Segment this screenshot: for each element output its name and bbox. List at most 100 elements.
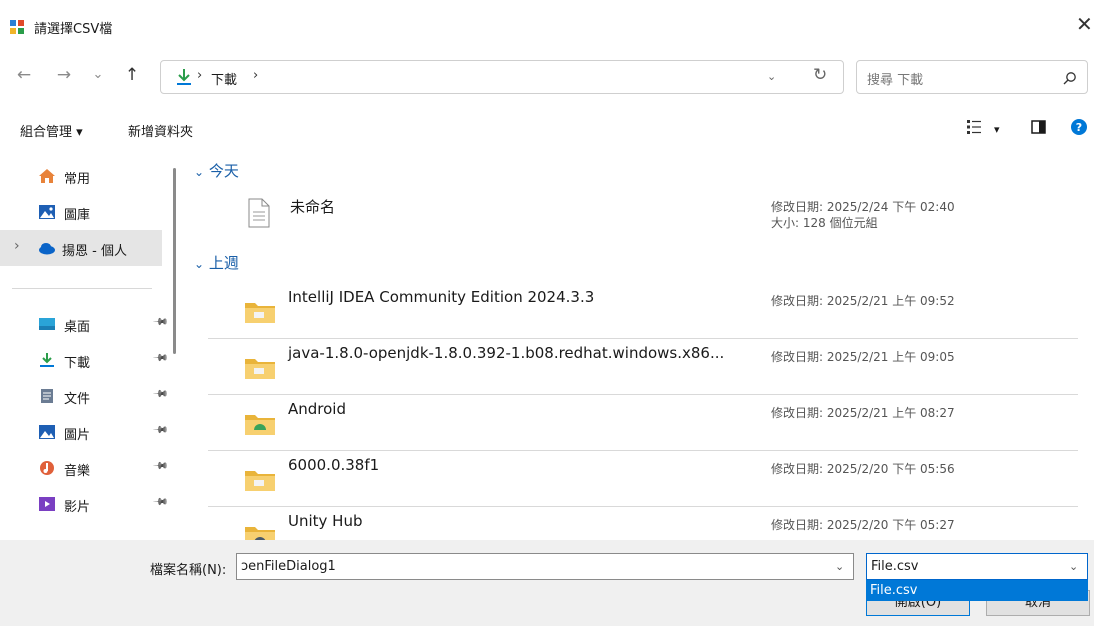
chevron-down-icon[interactable]: ⌄ [1069, 560, 1078, 573]
filename-value: ɔenFileDialog1 [241, 559, 336, 574]
sidebar-item-label: 音樂 [64, 464, 91, 479]
pin-icon[interactable]: 📌 [152, 386, 169, 403]
back-button[interactable]: ← [12, 64, 36, 86]
file-date: 修改日期: 2025/2/20 下午 05:27 [771, 518, 955, 532]
help-icon: ? [1071, 119, 1087, 135]
sidebar-item-label: 影片 [64, 500, 91, 515]
close-icon[interactable]: ✕ [1076, 14, 1093, 34]
sidebar-item-label: 圖庫 [64, 208, 91, 223]
folder-icon [245, 359, 275, 379]
file-name: 6000.0.38f1 [288, 456, 380, 474]
filename-label: 檔案名稱(N): [150, 563, 227, 578]
file-name: java-1.8.0-openjdk-1.8.0.392-1.b08.redha… [288, 344, 725, 362]
sidebar-item-music[interactable]: 音樂 📌 [10, 450, 169, 486]
pin-icon[interactable]: 📌 [152, 458, 169, 475]
filename-field[interactable]: ɔenFileDialog1 ⌄ [236, 553, 854, 580]
view-list-icon [967, 120, 981, 134]
filetype-value: File.csv [871, 559, 919, 574]
sidebar-item-pictures[interactable]: 圖片 📌 [10, 414, 169, 450]
pin-icon[interactable]: 📌 [152, 494, 169, 511]
up-button[interactable]: ↑ [120, 64, 144, 86]
search-input[interactable]: 搜尋 下載 [856, 60, 1088, 94]
filetype-dropdown-list[interactable]: File.csv [866, 580, 1088, 601]
file-date: 修改日期: 2025/2/21 上午 08:27 [771, 406, 955, 420]
sidebar-item-videos[interactable]: 影片 📌 [10, 486, 169, 522]
group-header-today[interactable]: ⌄ 今天 [194, 160, 239, 181]
group-chevron-icon: ⌄ [194, 257, 205, 271]
sidebar-item-label: 文件 [64, 392, 91, 407]
sidebar-item-label: 揚恩 - 個人 [62, 244, 127, 259]
file-name: 未命名 [290, 198, 336, 216]
file-date: 修改日期: 2025/2/21 上午 09:05 [771, 350, 955, 364]
pictures-icon [39, 425, 55, 439]
sidebar-item-home[interactable]: 常用 [10, 158, 162, 194]
group-header-label: 上週 [208, 254, 239, 272]
list-item[interactable]: IntelliJ IDEA Community Edition 2024.3.3… [208, 282, 1078, 338]
file-date: 修改日期: 2025/2/24 下午 02:40 [771, 200, 955, 214]
preview-pane-button[interactable] [1030, 118, 1048, 140]
list-item[interactable]: 6000.0.38f1 修改日期: 2025/2/20 下午 05:56 [208, 450, 1078, 506]
file-name: Android [288, 400, 346, 418]
group-header-last-week[interactable]: ⌄ 上週 [194, 252, 239, 273]
sidebar-scrollbar[interactable] [173, 168, 176, 354]
list-item[interactable]: 未命名 修改日期: 2025/2/24 下午 02:40 大小: 128 個位元… [208, 188, 1078, 244]
music-icon [40, 461, 54, 475]
new-folder-button[interactable]: 新增資料夾 [128, 121, 193, 140]
file-icon [248, 198, 270, 228]
download-icon [177, 69, 191, 85]
bottom-panel: 檔案名稱(N): ɔenFileDialog1 ⌄ File.csv ⌄ 開啟(… [0, 540, 1094, 626]
pin-icon[interactable]: 📌 [152, 422, 169, 439]
file-name: IntelliJ IDEA Community Edition 2024.3.3 [288, 288, 595, 306]
file-size: 大小: 128 個位元組 [771, 216, 878, 230]
help-button[interactable]: ? [1070, 118, 1088, 140]
group-header-label: 今天 [208, 162, 239, 180]
organize-button[interactable]: 組合管理 ▾ [20, 121, 83, 140]
sidebar-divider [12, 288, 152, 289]
refresh-icon[interactable]: ↻ [813, 65, 827, 85]
recent-locations-button[interactable]: ⌄ [86, 64, 110, 86]
folder-icon [245, 303, 275, 323]
file-list: ⌄ 今天 未命名 修改日期: 2025/2/24 下午 02:40 大小: 12… [186, 146, 1094, 547]
list-item[interactable]: Android 修改日期: 2025/2/21 上午 08:27 [208, 394, 1078, 450]
filetype-select[interactable]: File.csv ⌄ [866, 553, 1088, 580]
view-options-button[interactable] [966, 118, 984, 140]
chevron-down-icon[interactable]: ⌄ [835, 560, 844, 573]
title-bar: 請選擇CSV檔 ✕ [0, 0, 1094, 46]
list-item[interactable]: java-1.8.0-openjdk-1.8.0.392-1.b08.redha… [208, 338, 1078, 394]
view-menu-chevron-icon[interactable]: ▾ [994, 123, 1000, 136]
folder-icon [245, 471, 275, 491]
folder-icon [245, 415, 275, 435]
desktop-icon [39, 318, 55, 330]
pin-icon[interactable]: 📌 [152, 350, 169, 367]
sidebar-item-onedrive[interactable]: › 揚恩 - 個人 [0, 230, 162, 266]
gallery-icon [39, 205, 55, 219]
filetype-option[interactable]: File.csv [870, 583, 918, 598]
sidebar-item-downloads[interactable]: 下載 📌 [10, 342, 169, 378]
sidebar-item-label: 常用 [64, 172, 91, 187]
breadcrumb-separator[interactable]: › [253, 68, 258, 83]
search-icon[interactable] [1063, 71, 1077, 85]
breadcrumb-separator: › [197, 68, 203, 83]
chevron-down-icon[interactable]: ⌄ [767, 70, 776, 83]
window-title: 請選擇CSV檔 [34, 22, 113, 37]
address-bar[interactable]: › 下載 › ⌄ ↻ [160, 60, 844, 94]
file-date: 修改日期: 2025/2/20 下午 05:56 [771, 462, 955, 476]
navigation-pane: 常用 圖庫 › 揚恩 - 個人 桌面 📌 下載 📌 文件 📌 圖片 📌 音樂 📌… [0, 146, 176, 540]
group-chevron-icon: ⌄ [194, 165, 205, 179]
videos-icon [39, 497, 55, 511]
documents-icon [41, 389, 53, 403]
pin-icon[interactable]: 📌 [152, 314, 169, 331]
sidebar-item-desktop[interactable]: 桌面 📌 [10, 306, 169, 342]
sidebar-item-gallery[interactable]: 圖庫 [10, 194, 162, 230]
preview-pane-icon [1031, 120, 1046, 134]
download-icon [40, 353, 54, 367]
forward-button[interactable]: → [52, 64, 76, 86]
expand-chevron-icon[interactable]: › [14, 238, 20, 254]
file-name: Unity Hub [288, 512, 363, 530]
sidebar-item-label: 桌面 [64, 320, 91, 335]
breadcrumb-downloads[interactable]: 下載 [211, 69, 237, 88]
sidebar-item-documents[interactable]: 文件 📌 [10, 378, 169, 414]
home-icon [39, 169, 55, 183]
app-icon [10, 20, 24, 34]
sidebar-item-label: 下載 [64, 356, 91, 371]
